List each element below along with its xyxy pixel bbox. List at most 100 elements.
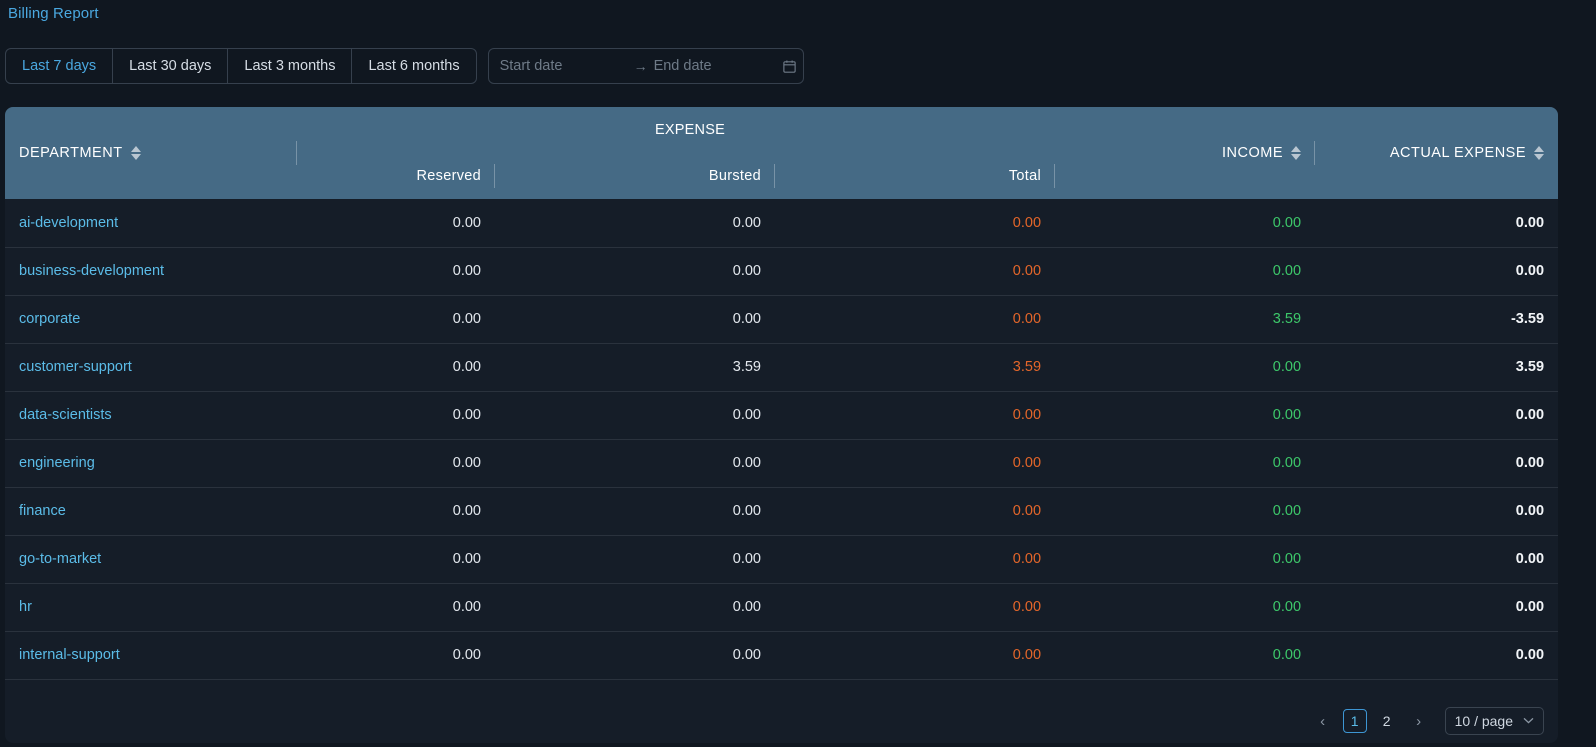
cell-reserved: 0.00 — [325, 199, 495, 248]
calendar-icon[interactable] — [782, 59, 797, 74]
sort-updown-icon-income[interactable] — [1291, 146, 1302, 160]
cell-income: 0.00 — [1055, 631, 1316, 680]
cell-department[interactable]: finance — [5, 487, 325, 536]
cell-bursted: 0.00 — [495, 247, 775, 296]
table-body: ai-development 0.00 0.00 0.00 0.00 0.00 … — [5, 199, 1558, 680]
cell-department[interactable]: engineering — [5, 439, 325, 488]
cell-total: 0.00 — [775, 295, 1056, 344]
column-divider — [296, 141, 297, 165]
cell-total: 0.00 — [775, 535, 1056, 584]
table-row: hr 0.00 0.00 0.00 0.00 0.00 — [5, 583, 1558, 632]
table-row: engineering 0.00 0.00 0.00 0.00 0.00 — [5, 439, 1558, 488]
cell-bursted: 0.00 — [495, 199, 775, 248]
cell-department[interactable]: go-to-market — [5, 535, 325, 584]
cell-reserved: 0.00 — [325, 535, 495, 584]
col-header-actual-expense-label: ACTUAL EXPENSE — [1389, 145, 1527, 161]
cell-total: 3.59 — [775, 343, 1056, 392]
cell-income: 0.00 — [1055, 247, 1316, 296]
pagination-page-1[interactable]: 1 — [1342, 709, 1367, 733]
cell-reserved: 0.00 — [325, 631, 495, 680]
end-date-input[interactable] — [653, 58, 782, 74]
col-header-income[interactable]: INCOME — [1055, 107, 1316, 199]
cell-actual-expense: 0.00 — [1315, 199, 1558, 248]
billing-report-page: Billing Report Last 7 days Last 30 days … — [0, 0, 1596, 747]
sort-updown-icon-actual-expense[interactable] — [1534, 146, 1545, 160]
cell-actual-expense: 0.00 — [1315, 631, 1558, 680]
cell-department[interactable]: customer-support — [5, 343, 325, 392]
cell-actual-expense: 0.00 — [1315, 487, 1558, 536]
pagination: ‹ 1 2 › 10 / page — [1311, 707, 1544, 735]
page-title: Billing Report — [8, 5, 99, 22]
cell-reserved: 0.00 — [325, 295, 495, 344]
cell-reserved: 0.00 — [325, 391, 495, 440]
start-date-input[interactable] — [499, 58, 628, 74]
cell-income: 0.00 — [1055, 487, 1316, 536]
table-head-group-row: DEPARTMENT EXPENSE INCOME ACTUAL EXPENSE — [5, 107, 1558, 199]
preset-last-30-days[interactable]: Last 30 days — [113, 49, 229, 83]
pagination-prev-button[interactable]: ‹ — [1311, 709, 1335, 733]
cell-reserved: 0.00 — [325, 583, 495, 632]
table-row: internal-support 0.00 0.00 0.00 0.00 0.0… — [5, 631, 1558, 680]
cell-total: 0.00 — [775, 391, 1056, 440]
col-header-reserved: Reserved — [325, 152, 495, 199]
col-header-expense-group-label: EXPENSE — [655, 121, 725, 138]
col-header-expense-group: EXPENSE — [325, 107, 1056, 152]
cell-reserved: 0.00 — [325, 247, 495, 296]
cell-total: 0.00 — [775, 487, 1056, 536]
cell-income: 0.00 — [1055, 199, 1316, 248]
table-row: business-development 0.00 0.00 0.00 0.00… — [5, 247, 1558, 296]
table-row: go-to-market 0.00 0.00 0.00 0.00 0.00 — [5, 535, 1558, 584]
cell-income: 0.00 — [1055, 439, 1316, 488]
cell-total: 0.00 — [775, 247, 1056, 296]
col-header-bursted: Bursted — [495, 152, 775, 199]
cell-department[interactable]: business-development — [5, 247, 325, 296]
cell-actual-expense: 0.00 — [1315, 583, 1558, 632]
page-size-label: 10 / page — [1454, 713, 1513, 729]
cell-department[interactable]: ai-development — [5, 199, 325, 248]
filter-toolbar: Last 7 days Last 30 days Last 3 months L… — [5, 48, 804, 84]
cell-bursted: 0.00 — [495, 631, 775, 680]
column-divider — [1054, 164, 1056, 188]
pagination-page-2[interactable]: 2 — [1375, 709, 1399, 733]
cell-actual-expense: 0.00 — [1315, 535, 1558, 584]
cell-bursted: 0.00 — [495, 583, 775, 632]
cell-bursted: 0.00 — [495, 295, 775, 344]
date-range-picker[interactable]: → — [487, 48, 804, 84]
cell-income: 3.59 — [1055, 295, 1316, 344]
range-arrow-icon: → — [633, 58, 648, 74]
chevron-down-icon — [1523, 715, 1534, 727]
page-size-select[interactable]: 10 / page — [1444, 707, 1544, 735]
sort-updown-icon-department[interactable] — [130, 146, 141, 160]
cell-department[interactable]: corporate — [5, 295, 325, 344]
billing-table-container: DEPARTMENT EXPENSE INCOME ACTUAL EXPENSE… — [5, 107, 1558, 743]
cell-actual-expense: 3.59 — [1315, 343, 1558, 392]
cell-reserved: 0.00 — [325, 343, 495, 392]
cell-actual-expense: 0.00 — [1315, 391, 1558, 440]
cell-department[interactable]: internal-support — [5, 631, 325, 680]
cell-income: 0.00 — [1055, 535, 1316, 584]
cell-department[interactable]: hr — [5, 583, 325, 632]
col-header-total: Total — [775, 152, 1056, 199]
cell-total: 0.00 — [775, 439, 1056, 488]
col-header-department[interactable]: DEPARTMENT — [5, 107, 325, 199]
cell-actual-expense: -3.59 — [1315, 295, 1558, 344]
cell-income: 0.00 — [1055, 343, 1316, 392]
preset-last-7-days[interactable]: Last 7 days — [6, 49, 114, 83]
cell-income: 0.00 — [1055, 583, 1316, 632]
col-header-actual-expense[interactable]: ACTUAL EXPENSE — [1315, 107, 1558, 199]
table-row: ai-development 0.00 0.00 0.00 0.00 0.00 — [5, 199, 1558, 248]
date-range-preset-group: Last 7 days Last 30 days Last 3 months L… — [5, 48, 477, 84]
pagination-next-button[interactable]: › — [1407, 709, 1431, 733]
cell-total: 0.00 — [775, 583, 1056, 632]
preset-last-3-months[interactable]: Last 3 months — [228, 49, 353, 83]
cell-bursted: 0.00 — [495, 487, 775, 536]
preset-last-6-months[interactable]: Last 6 months — [352, 49, 475, 83]
cell-reserved: 0.00 — [325, 439, 495, 488]
cell-income: 0.00 — [1055, 391, 1316, 440]
table-row: data-scientists 0.00 0.00 0.00 0.00 0.00 — [5, 391, 1558, 440]
cell-department[interactable]: data-scientists — [5, 391, 325, 440]
cell-actual-expense: 0.00 — [1315, 247, 1558, 296]
table-head: DEPARTMENT EXPENSE INCOME ACTUAL EXPENSE… — [5, 107, 1558, 199]
col-header-income-label: INCOME — [1222, 145, 1284, 161]
cell-bursted: 0.00 — [495, 439, 775, 488]
